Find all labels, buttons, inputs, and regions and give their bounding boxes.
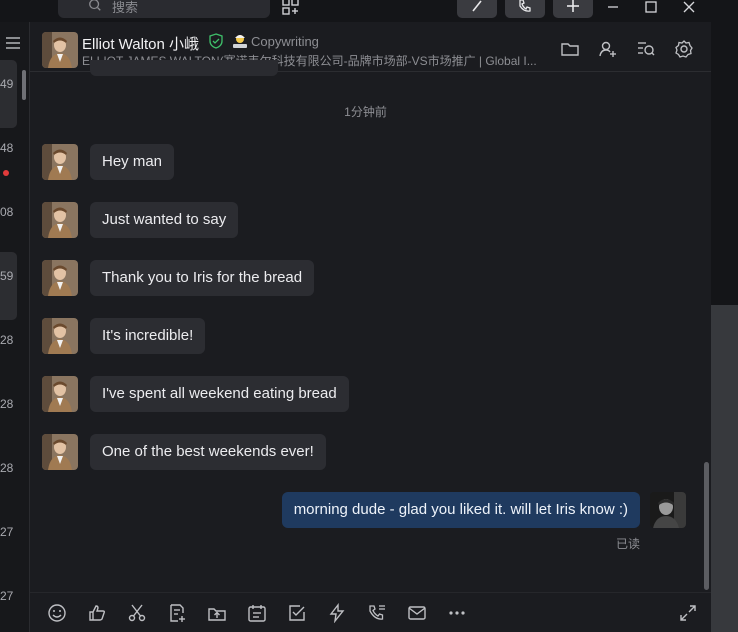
more-icon[interactable] [447,603,467,623]
search-input[interactable]: 搜索 [58,0,270,18]
close-icon [683,1,695,13]
avatar[interactable] [42,434,78,470]
self-message-bubble[interactable]: morning dude - glad you liked it. will l… [281,492,640,528]
message-row: I've spent all weekend eating bread [42,376,349,412]
background-window [711,305,738,632]
contact-name: Elliot Walton 小峨 [82,36,199,53]
list-item-time: 28 [0,461,14,475]
list-item-time: 49 [0,77,14,91]
chat-panel: Elliot Walton 小峨 Copywriting ELLIOT JAME… [30,22,711,632]
phone-list-icon[interactable] [367,603,387,623]
previous-message-bubble [90,60,278,76]
scissors-icon[interactable] [127,603,147,623]
message-bubble[interactable]: I've spent all weekend eating bread [90,376,349,412]
avatar[interactable] [42,144,78,180]
message-bubble[interactable]: It's incredible! [90,318,206,354]
conversation-item[interactable] [0,252,17,320]
message-row: Thank you to Iris for the bread [42,260,315,296]
list-item-time: 08 [0,205,14,219]
add-member-icon[interactable] [598,39,618,59]
chat-scrollbar[interactable] [704,462,709,590]
search-placeholder: 搜索 [112,0,139,15]
avatar[interactable] [42,318,78,354]
mail-icon[interactable] [407,603,427,623]
pen-icon [472,0,482,12]
time-separator: 1分钟前 [344,105,387,119]
call-button[interactable] [505,0,545,18]
message-bubble[interactable]: Just wanted to say [90,202,239,238]
checkbox-icon[interactable] [287,603,307,623]
menu-icon[interactable] [5,36,21,50]
lightning-icon[interactable] [327,603,347,623]
input-toolbar [30,592,711,632]
message-bubble[interactable]: One of the best weekends ever! [90,434,326,470]
search-icon [89,0,101,11]
conversation-item-selected[interactable] [0,60,17,128]
self-avatar[interactable] [650,492,686,528]
upload-icon[interactable] [207,603,227,623]
phone-call-icon [519,0,531,12]
search-history-icon[interactable] [636,39,656,59]
list-item-time: 27 [0,525,14,539]
thumbs-up-icon[interactable] [87,603,107,623]
window-edge [711,0,738,305]
message-bubble[interactable]: Hey man [90,144,175,180]
list-item-time: 59 [0,269,14,283]
emoji-icon[interactable] [47,603,67,623]
list-item-time: 27 [0,589,14,603]
self-message-row: morning dude - glad you liked it. will l… [281,492,686,528]
list-item-time: 28 [0,333,14,347]
read-status: 已读 [616,537,641,551]
avatar[interactable] [42,202,78,238]
maximize-button[interactable] [641,0,661,17]
person-emoji-icon [233,35,247,48]
verified-shield-icon [209,33,223,49]
conversation-list: 49 48 08 59 28 28 28 27 27 [0,22,30,632]
avatar[interactable] [42,260,78,296]
list-scrollbar[interactable] [22,70,26,100]
message-row: Just wanted to say [42,202,239,238]
contact-tag-label: Copywriting [251,33,319,49]
message-row: One of the best weekends ever! [42,434,326,470]
contact-tag: Copywriting [231,33,319,49]
apps-add-icon[interactable] [282,0,300,16]
maximize-icon [645,1,657,13]
settings-gear-icon[interactable] [674,39,694,59]
minimize-icon [608,6,618,8]
expand-icon[interactable] [678,603,698,623]
message-row: It's incredible! [42,318,206,354]
top-bar: 搜索 [0,0,711,22]
close-button[interactable] [679,0,699,17]
list-item-time: 28 [0,397,14,411]
folder-icon[interactable] [560,39,580,59]
doc-add-icon[interactable] [167,603,187,623]
calendar-icon[interactable] [247,603,267,623]
compose-button[interactable] [457,0,497,18]
avatar[interactable] [42,32,78,68]
add-button[interactable] [553,0,593,18]
list-item-time: 48 [0,141,14,155]
unread-dot [3,170,9,176]
plus-icon [567,0,579,12]
avatar[interactable] [42,376,78,412]
minimize-button[interactable] [603,0,623,17]
message-row: Hey man [42,144,175,180]
message-bubble[interactable]: Thank you to Iris for the bread [90,260,315,296]
